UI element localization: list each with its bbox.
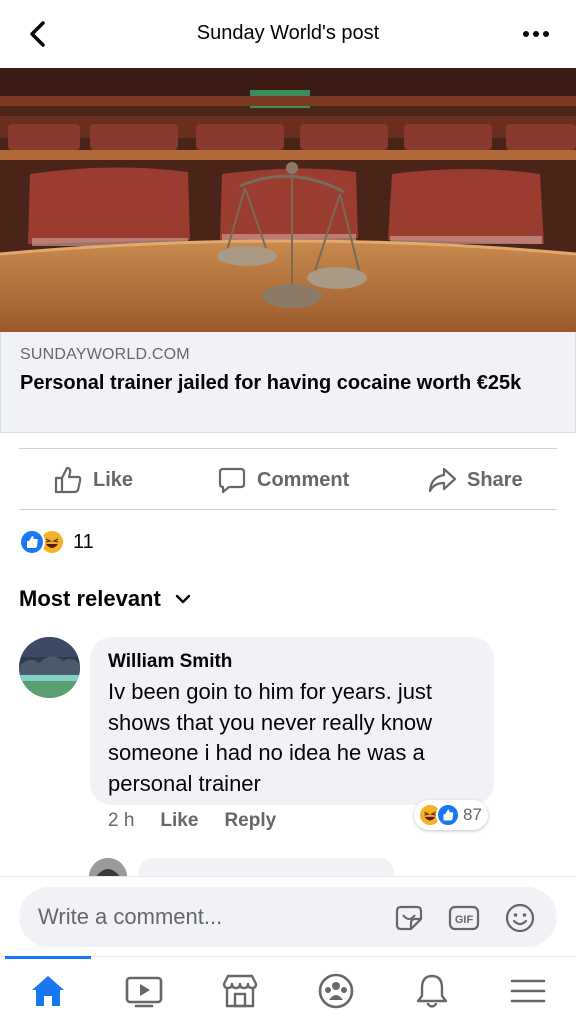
comment-time: 2 h bbox=[108, 810, 135, 831]
comment-reaction-count: 87 bbox=[463, 805, 482, 824]
reaction-count: 11 bbox=[73, 530, 94, 553]
comment-bubble: William Smith Iv been goin to him for ye… bbox=[90, 637, 494, 805]
bottom-navigation bbox=[0, 956, 576, 1024]
home-icon[interactable] bbox=[28, 971, 68, 1011]
active-tab-indicator bbox=[5, 956, 91, 959]
comment-like-button[interactable]: Like bbox=[160, 810, 198, 832]
courtroom-image bbox=[0, 68, 576, 332]
reaction-summary[interactable]: 11 bbox=[19, 528, 94, 556]
comment-reactions[interactable]: 87 bbox=[414, 800, 488, 830]
gif-icon[interactable]: GIF bbox=[447, 901, 481, 935]
link-preview-image[interactable] bbox=[0, 68, 576, 332]
link-domain: SUNDAYWORLD.COM bbox=[20, 346, 190, 363]
like-reaction-icon bbox=[19, 529, 45, 555]
like-label: Like bbox=[93, 468, 134, 491]
comment-icon bbox=[218, 467, 246, 494]
comment-composer-bar: Write a comment... GIF bbox=[0, 876, 576, 956]
share-button[interactable]: Share bbox=[427, 465, 523, 495]
top-bar: Sunday World's post bbox=[0, 0, 576, 68]
comment-text: Iv been goin to him for years. just show… bbox=[108, 679, 433, 796]
page-title: Sunday World's post bbox=[196, 22, 380, 44]
avatar-image bbox=[19, 637, 80, 698]
more-options-icon[interactable] bbox=[518, 22, 554, 46]
avatar[interactable] bbox=[19, 637, 80, 698]
menu-icon[interactable] bbox=[508, 971, 548, 1011]
emoji-icon[interactable] bbox=[503, 901, 537, 935]
sort-label: Most relevant bbox=[19, 586, 161, 611]
comment-author[interactable]: William Smith bbox=[108, 651, 232, 673]
comment-placeholder: Write a comment... bbox=[38, 904, 223, 929]
sticker-icon[interactable] bbox=[391, 901, 425, 935]
share-icon bbox=[428, 467, 457, 493]
thumbs-up-icon bbox=[54, 466, 82, 494]
link-headline: Personal trainer jailed for having cocai… bbox=[20, 372, 522, 394]
like-reaction-icon bbox=[436, 803, 460, 827]
link-preview[interactable]: SUNDAYWORLD.COM Personal trainer jailed … bbox=[0, 332, 576, 433]
comment-reply-button[interactable]: Reply bbox=[224, 810, 276, 832]
notifications-icon[interactable] bbox=[412, 971, 452, 1011]
marketplace-icon[interactable] bbox=[220, 971, 260, 1011]
comment-label: Comment bbox=[257, 468, 350, 491]
post-actions: Like Comment Share bbox=[19, 448, 557, 510]
share-label: Share bbox=[467, 468, 523, 491]
chevron-down-icon bbox=[175, 594, 191, 604]
svg-text:GIF: GIF bbox=[455, 914, 474, 926]
comment-meta: 2 h Like Reply bbox=[108, 810, 302, 832]
like-button[interactable]: Like bbox=[53, 465, 133, 495]
comment-sort-dropdown[interactable]: Most relevant bbox=[19, 586, 191, 612]
comment-input[interactable]: Write a comment... GIF bbox=[19, 887, 557, 947]
comment-button[interactable]: Comment bbox=[217, 465, 349, 495]
watch-icon[interactable] bbox=[124, 971, 164, 1011]
groups-icon[interactable] bbox=[316, 971, 356, 1011]
